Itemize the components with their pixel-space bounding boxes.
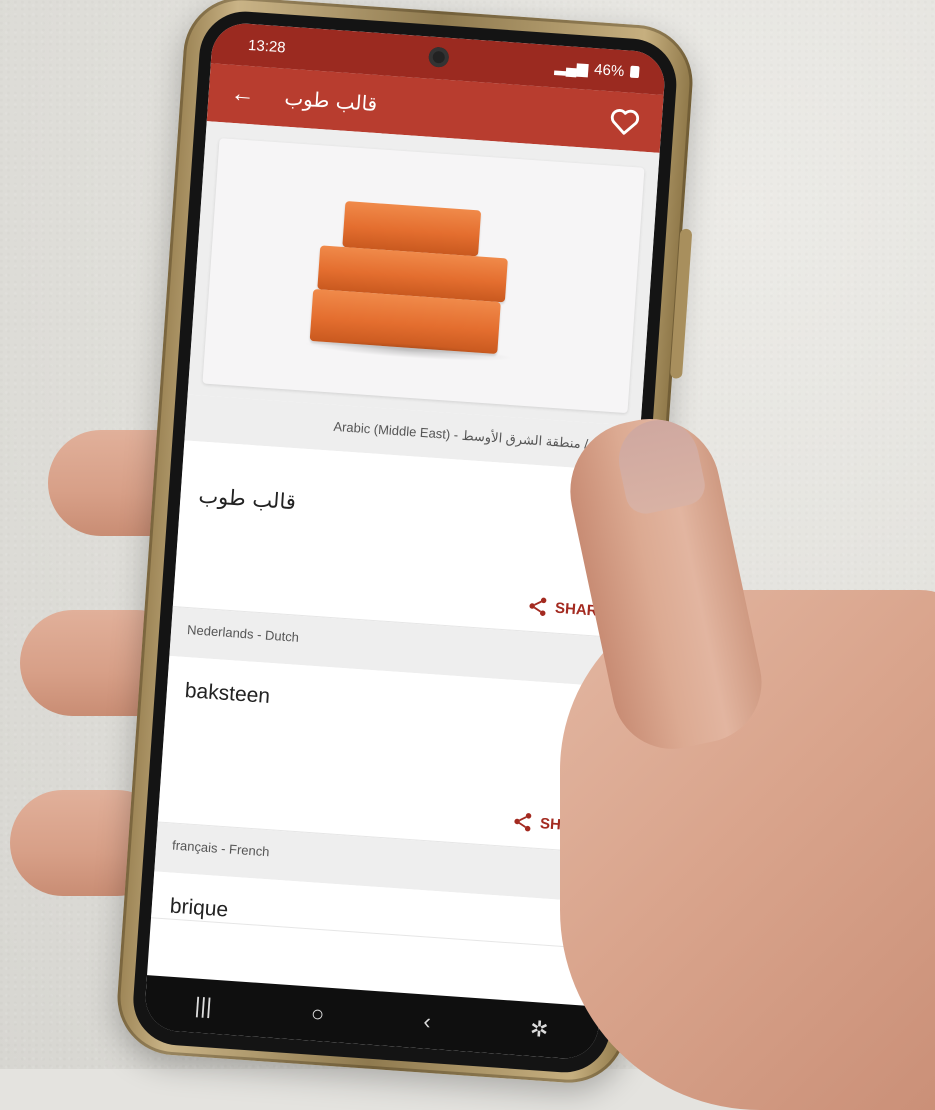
back-nav-icon[interactable]: ‹	[423, 1008, 432, 1034]
recent-apps-icon[interactable]: |||	[194, 992, 213, 1019]
heart-icon[interactable]	[607, 103, 643, 139]
signal-icon: ▂▄▆	[554, 58, 589, 78]
entry-word: baksteen	[184, 679, 271, 708]
word-image-area	[187, 121, 660, 427]
page-title: قالب طوب	[283, 85, 379, 116]
share-icon	[514, 813, 532, 832]
battery-icon	[629, 65, 640, 79]
entry-card-arabic: قالب طوب SHARE	[172, 440, 638, 639]
entry-word: قالب طوب	[197, 483, 297, 515]
home-icon[interactable]: ○	[310, 1001, 325, 1028]
status-time: 13:28	[247, 36, 287, 56]
share-icon	[529, 597, 547, 616]
accessibility-icon[interactable]: ✲	[529, 1016, 549, 1043]
entry-word: brique	[169, 894, 229, 922]
back-arrow-icon[interactable]: ←	[228, 80, 258, 110]
status-indicators: ▂▄▆ 46%	[554, 57, 640, 81]
word-image	[202, 138, 645, 414]
battery-level: 46%	[593, 60, 625, 80]
entry-card-dutch: baksteen SHARE	[157, 655, 623, 855]
front-camera	[428, 46, 450, 68]
